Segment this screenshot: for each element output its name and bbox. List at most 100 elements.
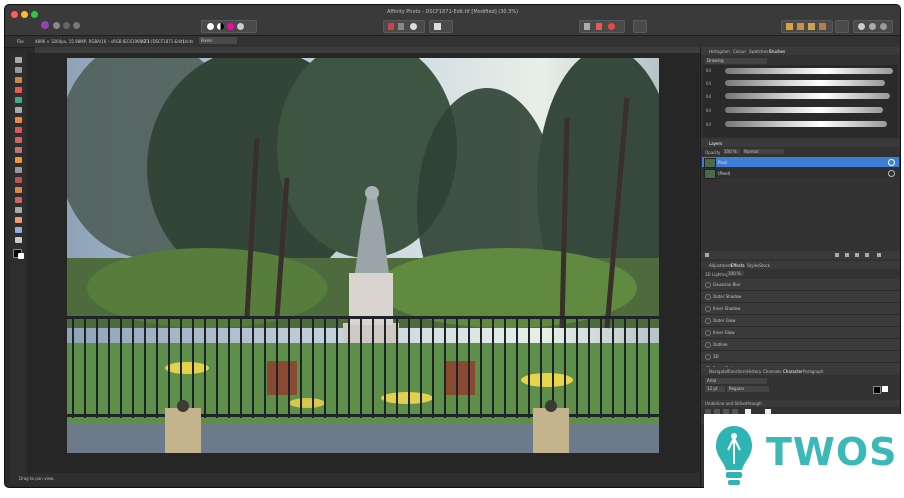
effect-toggle-icon[interactable] [705, 330, 711, 336]
tab-colour[interactable]: Colour [733, 49, 746, 54]
gradient-tool-icon[interactable] [15, 157, 22, 163]
view-tool-icon[interactable] [15, 67, 22, 73]
brush-category-dropdown[interactable]: Drawing [705, 58, 767, 64]
snap-icon[interactable] [596, 23, 602, 30]
auto-contrast-icon[interactable] [217, 23, 224, 30]
effect-toggle-icon[interactable] [705, 354, 711, 360]
dodge-icon[interactable] [819, 23, 826, 30]
flood-fill-icon[interactable] [15, 147, 22, 153]
tab-adjustment[interactable]: Adjustment [709, 263, 732, 268]
marquee-tool-icon[interactable] [15, 107, 22, 113]
tab-effects[interactable]: Effects [731, 263, 745, 268]
units-dropdown[interactable]: Pixels [199, 37, 237, 44]
effect-row[interactable]: Gaussian Blur [701, 279, 900, 291]
flood-select-icon[interactable] [15, 97, 22, 103]
text-background-swatch[interactable] [882, 386, 888, 392]
shape-tool-icon[interactable] [15, 227, 22, 233]
quick-mask-icon[interactable] [398, 23, 404, 30]
tab-paragraph[interactable]: Paragraph [803, 369, 824, 374]
fx-layer-icon[interactable] [865, 253, 869, 257]
effect-row[interactable]: Outer Glow [701, 315, 900, 327]
assistant-icon[interactable] [434, 23, 441, 30]
tab-layers[interactable]: Layers [709, 141, 722, 146]
effects-value-field[interactable]: 100 % [727, 271, 744, 276]
tab-channels[interactable]: Channels [763, 369, 782, 374]
effect-row[interactable]: 3D [701, 351, 900, 363]
move-tool-icon[interactable] [15, 57, 22, 63]
red-eye-tool-icon[interactable] [15, 197, 22, 203]
brush-list[interactable]: 64 64 64 64 64 [703, 65, 898, 137]
font-style-dropdown[interactable]: Regular [727, 386, 769, 392]
effect-row[interactable]: Inner Shadow [701, 303, 900, 315]
layer-row-selected[interactable]: Pixel [702, 157, 899, 168]
pen-tool-icon[interactable] [15, 217, 22, 223]
tab-brushes[interactable]: Brushes [769, 49, 785, 54]
photo-persona-icon[interactable] [41, 21, 49, 29]
adjustment-layer-icon[interactable] [855, 253, 859, 257]
brush-stroke[interactable] [725, 68, 893, 74]
brush-stroke[interactable] [725, 121, 887, 127]
tab-transform[interactable]: Transform [727, 369, 747, 374]
effect-toggle-icon[interactable] [705, 282, 711, 288]
liquify-persona-icon[interactable] [53, 22, 60, 29]
auto-colours-icon[interactable] [227, 23, 234, 30]
clone-icon[interactable] [808, 23, 815, 30]
selection-toolbar-group[interactable] [383, 20, 425, 33]
studio-icon[interactable] [858, 23, 865, 30]
tab-character[interactable]: Character [783, 369, 803, 374]
layer-visibility-icon[interactable] [888, 159, 895, 166]
effect-row[interactable]: Inner Glow [701, 327, 900, 339]
toggle-ui-icon[interactable] [869, 23, 876, 30]
paint-brush-icon[interactable] [786, 23, 793, 30]
secondary-colour-icon[interactable] [18, 253, 24, 259]
arrange-toolbar-group[interactable] [579, 20, 625, 33]
color-adjust-toolbar-group[interactable] [201, 20, 257, 33]
brush-stroke[interactable] [725, 93, 890, 99]
effect-toggle-icon[interactable] [705, 342, 711, 348]
layer-row[interactable]: (Pixel) [702, 168, 899, 179]
mode-toolbar-group[interactable] [835, 20, 849, 33]
view-toolbar-group[interactable] [633, 20, 647, 33]
opacity-field[interactable]: 100 % [723, 149, 740, 154]
tab-styles[interactable]: Styles [747, 263, 759, 268]
blend-mode-dropdown[interactable]: Normal [743, 149, 784, 154]
layer-visibility-icon[interactable] [888, 170, 895, 177]
selection-brush-icon[interactable] [15, 87, 22, 93]
effect-toggle-icon[interactable] [705, 306, 711, 312]
text-colour-swatch[interactable] [873, 386, 881, 394]
clone-brush-icon[interactable] [15, 177, 22, 183]
tab-stock[interactable]: Stock [759, 263, 770, 268]
effect-toggle-icon[interactable] [705, 318, 711, 324]
colour-replacement-icon[interactable] [15, 127, 22, 133]
effect-row[interactable]: Outline [701, 339, 900, 351]
tab-navigator[interactable]: Navigator [709, 369, 729, 374]
layers-settings-icon[interactable] [705, 253, 709, 257]
selection-mode-icon[interactable] [388, 23, 394, 30]
underline-section-header[interactable]: Underline and Strikethrough [701, 400, 900, 407]
add-layer-icon[interactable] [835, 253, 839, 257]
delete-layer-icon[interactable] [877, 253, 881, 257]
effect-row[interactable]: Outer Shadow [701, 291, 900, 303]
font-size-field[interactable]: 12 pt [705, 386, 725, 392]
effect-toggle-icon[interactable] [705, 294, 711, 300]
assistant-toolbar-group[interactable] [429, 20, 453, 33]
develop-persona-icon[interactable] [63, 22, 70, 29]
refine-icon[interactable] [410, 23, 417, 30]
tab-histogram[interactable]: Histogram [709, 49, 730, 54]
brush-stroke[interactable] [725, 80, 885, 86]
tab-history[interactable]: History [747, 369, 761, 374]
blemish-tool-icon[interactable] [15, 187, 22, 193]
healing-icon[interactable] [797, 23, 804, 30]
grid-icon[interactable] [584, 23, 590, 30]
tools-right-toolbar-group[interactable] [781, 20, 833, 33]
auto-levels-icon[interactable] [207, 23, 214, 30]
tab-swatches[interactable]: Swatches [749, 49, 768, 54]
auto-white-balance-icon[interactable] [237, 23, 244, 30]
text-tool-icon[interactable] [15, 237, 22, 243]
mask-layer-icon[interactable] [845, 253, 849, 257]
erase-brush-icon[interactable] [15, 137, 22, 143]
export-persona-icon[interactable] [73, 22, 80, 29]
crop-tool-icon[interactable] [15, 77, 22, 83]
studio-toolbar-group[interactable] [853, 20, 893, 33]
colour-picker-icon[interactable] [608, 23, 615, 30]
